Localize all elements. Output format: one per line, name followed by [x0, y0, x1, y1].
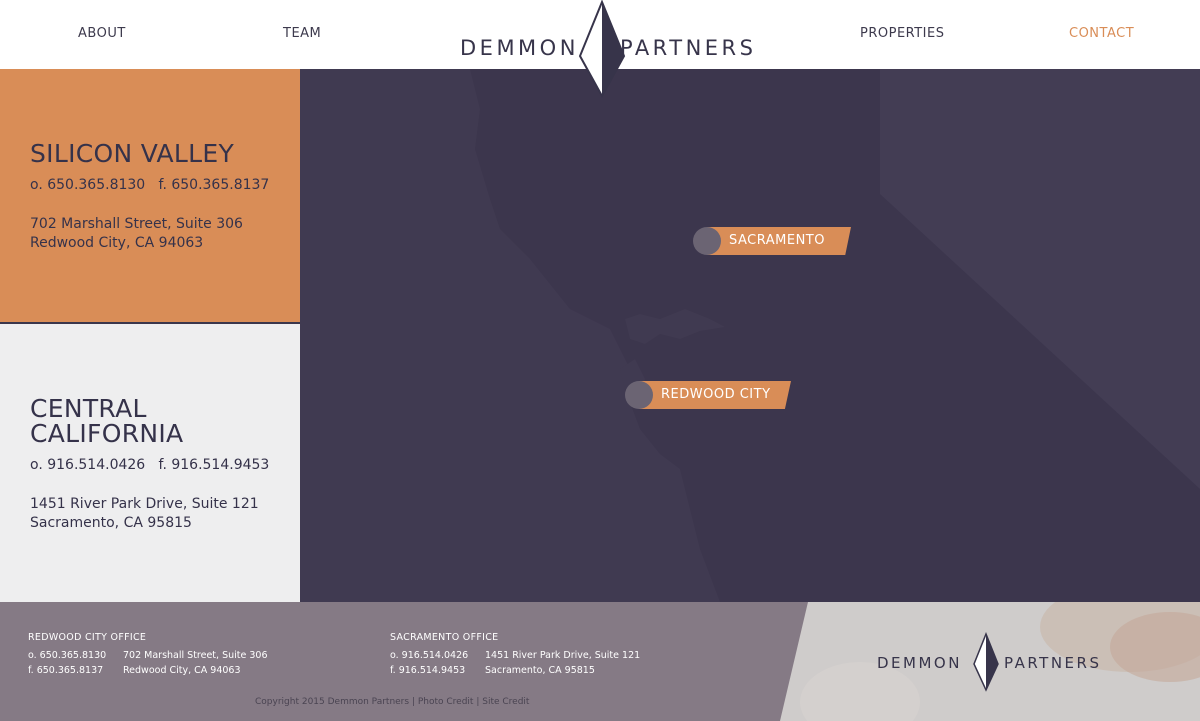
footer-office-phone: o. 916.514.0426 — [390, 650, 469, 661]
footer-city: Sacramento, CA 95815 — [485, 665, 595, 676]
nav-about[interactable]: ABOUT — [78, 26, 126, 41]
site-credit-link[interactable]: Site Credit — [482, 697, 529, 707]
nav-contact[interactable]: CONTACT — [1069, 26, 1134, 41]
footer-office-redwood-city: REDWOOD CITY OFFICE o. 650.365.8130 702 M… — [28, 632, 268, 678]
pin-dot — [693, 227, 721, 255]
nav-team[interactable]: TEAM — [283, 26, 321, 41]
office-title: CENTRAL CALIFORNIA — [30, 394, 184, 448]
logo-word-partners: PARTNERS — [1004, 654, 1102, 672]
photo-credit-link[interactable]: Photo Credit — [418, 697, 474, 707]
office-map[interactable]: SACRAMENTO REDWOOD CITY — [300, 69, 1200, 602]
office-panel-silicon-valley: SILICON VALLEY o. 650.365.8130 f. 650.36… — [0, 69, 300, 322]
logo-word-demmon: DEMMON — [877, 654, 962, 672]
address-line-1: 1451 River Park Drive, Suite 121 — [30, 496, 259, 512]
office-title: SILICON VALLEY — [30, 139, 235, 168]
nav-properties[interactable]: PROPERTIES — [860, 26, 945, 41]
footer-office-phone: o. 650.365.8130 — [28, 650, 107, 661]
footer-street: 1451 River Park Drive, Suite 121 — [485, 650, 641, 661]
footer-fax: f. 916.514.9453 — [390, 665, 466, 676]
footer-office-title: REDWOOD CITY OFFICE — [28, 632, 147, 643]
footer-street: 702 Marshall Street, Suite 306 — [123, 650, 268, 661]
credit-separator: | — [476, 697, 480, 707]
footer-city: Redwood City, CA 94063 — [123, 665, 241, 676]
map-pin-redwood-city[interactable]: REDWOOD CITY — [625, 381, 791, 409]
footer-copyright: Copyright 2015 Demmon Partners | Photo C… — [255, 697, 529, 707]
office-address: 1451 River Park Drive, Suite 121 Sacrame… — [30, 495, 259, 533]
footer-logo[interactable]: DEMMON PARTNERS — [877, 632, 1137, 692]
site-footer: REDWOOD CITY OFFICE o. 650.365.8130 702 M… — [0, 602, 1200, 721]
office-panel-central-california: CENTRAL CALIFORNIA o. 916.514.0426 f. 91… — [0, 324, 300, 602]
map-pin-sacramento[interactable]: SACRAMENTO — [693, 227, 851, 255]
office-phones: o. 650.365.8130 f. 650.365.8137 — [30, 177, 270, 193]
office-phones: o. 916.514.0426 f. 916.514.9453 — [30, 457, 270, 473]
pin-dot — [625, 381, 653, 409]
pin-label: REDWOOD CITY — [639, 381, 791, 409]
diamond-logo-icon — [973, 632, 999, 692]
copyright-text: Copyright 2015 Demmon Partners | — [255, 697, 415, 707]
logo-word-partners: PARTNERS — [620, 36, 757, 60]
footer-office-title: SACRAMENTO OFFICE — [390, 632, 499, 643]
address-line-2: Sacramento, CA 95815 — [30, 515, 192, 531]
pin-label: SACRAMENTO — [707, 227, 851, 255]
footer-office-sacramento: SACRAMENTO OFFICE o. 916.514.0426 1451 Ri… — [390, 632, 640, 678]
logo-word-demmon: DEMMON — [460, 36, 579, 60]
site-logo[interactable]: DEMMON PARTNERS — [460, 0, 765, 100]
footer-fax: f. 650.365.8137 — [28, 665, 104, 676]
address-line-2: Redwood City, CA 94063 — [30, 235, 204, 251]
address-line-1: 702 Marshall Street, Suite 306 — [30, 216, 243, 232]
office-address: 702 Marshall Street, Suite 306 Redwood C… — [30, 215, 243, 253]
california-map-graphic — [300, 69, 1200, 602]
